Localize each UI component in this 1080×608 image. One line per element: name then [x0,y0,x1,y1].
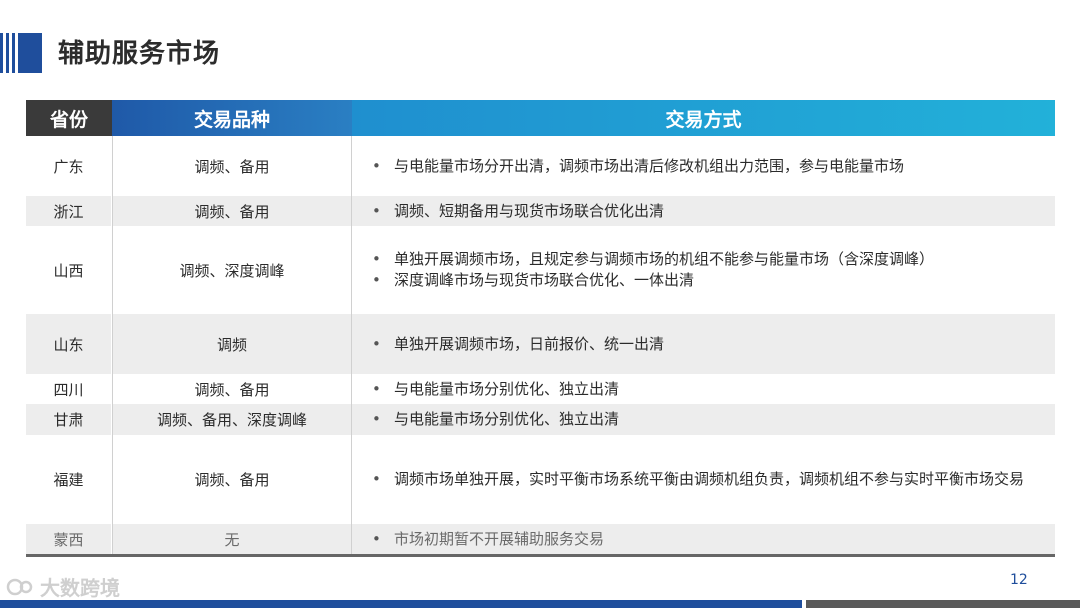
cell-trade-method: 调频、短期备用与现货市场联合优化出清 [352,196,1055,226]
method-item: 与电能量市场分开出清，调频市场出清后修改机组出力范围，参与电能量市场 [372,156,904,177]
cell-province: 广东 [26,136,112,196]
cell-province: 甘肃 [26,404,112,435]
table-row: 山西 调频、深度调峰 单独开展调频市场，且规定参与调频市场的机组不能参与能量市场… [26,226,1055,314]
cell-trade-type: 调频 [112,314,352,374]
watermark: 大数跨境 [6,572,120,601]
cell-trade-type: 调频、备用 [112,374,352,404]
table-header: 省份 交易品种 交易方式 [26,100,1055,136]
method-item: 与电能量市场分别优化、独立出清 [372,379,619,400]
cell-trade-method: 与电能量市场分别优化、独立出清 [352,404,1055,435]
header-trade-method: 交易方式 [352,100,1055,136]
watermark-logo-icon [6,578,33,595]
header-province: 省份 [26,100,112,136]
method-item: 单独开展调频市场，日前报价、统一出清 [372,334,664,355]
table-row: 山东 调频 单独开展调频市场，日前报价、统一出清 [26,314,1055,374]
cell-trade-type: 调频、备用、深度调峰 [112,404,352,435]
method-item: 与电能量市场分别优化、独立出清 [372,409,619,430]
title-accent-bars [0,33,44,73]
table-row: 蒙西 无 市场初期暂不开展辅助服务交易 [26,524,1055,554]
cell-trade-method: 单独开展调频市场，且规定参与调频市场的机组不能参与能量市场（含深度调峰） 深度调… [352,226,1055,314]
cell-trade-type: 调频、深度调峰 [112,226,352,314]
cell-province: 山西 [26,226,112,314]
cell-trade-type: 无 [112,524,352,554]
cell-province: 福建 [26,435,112,524]
cell-trade-type: 调频、备用 [112,136,352,196]
footer-bar-gray [806,600,1080,608]
cell-trade-method: 调频市场单独开展，实时平衡市场系统平衡由调频机组负责，调频机组不参与实时平衡市场… [352,435,1055,524]
cell-trade-method: 与电能量市场分别优化、独立出清 [352,374,1055,404]
table-row: 甘肃 调频、备用、深度调峰 与电能量市场分别优化、独立出清 [26,404,1055,435]
watermark-text: 大数跨境 [40,576,120,600]
method-item: 深度调峰市场与现货市场联合优化、一体出清 [372,270,934,291]
cell-trade-type: 调频、备用 [112,196,352,226]
cell-trade-method: 与电能量市场分开出清，调频市场出清后修改机组出力范围，参与电能量市场 [352,136,1055,196]
table-row: 福建 调频、备用 调频市场单独开展，实时平衡市场系统平衡由调频机组负责，调频机组… [26,435,1055,524]
cell-province: 蒙西 [26,524,112,554]
footer-bar-blue [0,600,802,608]
method-item: 调频、短期备用与现货市场联合优化出清 [372,201,664,222]
table-row: 广东 调频、备用 与电能量市场分开出清，调频市场出清后修改机组出力范围，参与电能… [26,136,1055,196]
page-title: 辅助服务市场 [58,39,221,69]
cell-trade-method: 单独开展调频市场，日前报价、统一出清 [352,314,1055,374]
cell-province: 四川 [26,374,112,404]
market-table: 省份 交易品种 交易方式 广东 调频、备用 与电能量市场分开出清，调频市场出清后… [26,100,1055,557]
table-row: 四川 调频、备用 与电能量市场分别优化、独立出清 [26,374,1055,404]
cell-trade-method: 市场初期暂不开展辅助服务交易 [352,524,1055,554]
table-bottom-rule [26,554,1055,557]
page-number: 12 [1010,572,1028,588]
cell-trade-type: 调频、备用 [112,435,352,524]
cell-province: 山东 [26,314,112,374]
table-row: 浙江 调频、备用 调频、短期备用与现货市场联合优化出清 [26,196,1055,226]
method-item: 单独开展调频市场，且规定参与调频市场的机组不能参与能量市场（含深度调峰） [372,249,934,270]
method-item: 调频市场单独开展，实时平衡市场系统平衡由调频机组负责，调频机组不参与实时平衡市场… [372,469,1024,490]
cell-province: 浙江 [26,196,112,226]
method-item: 市场初期暂不开展辅助服务交易 [372,529,604,550]
header-trade-type: 交易品种 [112,100,352,136]
